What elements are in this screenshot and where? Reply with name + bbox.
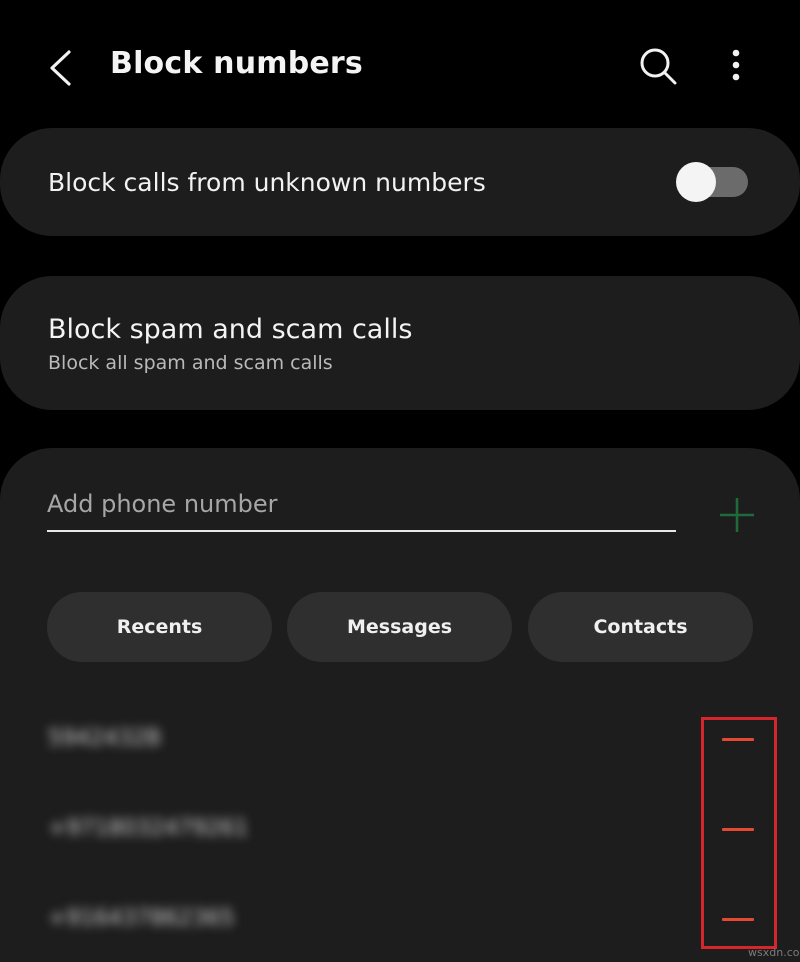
add-phone-number-placeholder: Add phone number bbox=[47, 490, 278, 518]
toggle-knob bbox=[676, 162, 716, 202]
add-phone-number-input[interactable]: Add phone number bbox=[47, 484, 676, 532]
spam-calls-card[interactable]: Block spam and scam calls Block all spam… bbox=[0, 276, 800, 410]
blocked-number: +916437862365 bbox=[48, 906, 235, 931]
add-number-button[interactable] bbox=[716, 494, 758, 536]
contacts-button[interactable]: Contacts bbox=[528, 592, 753, 662]
annotation-highlight-box bbox=[701, 717, 777, 949]
recents-button[interactable]: Recents bbox=[47, 592, 272, 662]
back-button[interactable] bbox=[42, 44, 82, 92]
messages-button[interactable]: Messages bbox=[287, 592, 512, 662]
blocked-number: 5942432B bbox=[48, 726, 162, 751]
plus-icon bbox=[720, 498, 754, 532]
more-options-button[interactable] bbox=[720, 44, 752, 88]
more-vertical-icon bbox=[732, 49, 740, 81]
blocked-number: +9718032479261 bbox=[48, 816, 249, 841]
search-icon bbox=[640, 48, 677, 85]
block-numbers-screen: Block numbers Block calls from unknown n… bbox=[0, 0, 800, 962]
page-title: Block numbers bbox=[110, 46, 363, 81]
watermark: wsxdn.com bbox=[748, 946, 800, 959]
search-button[interactable] bbox=[636, 44, 680, 88]
spam-calls-subtitle: Block all spam and scam calls bbox=[48, 352, 333, 374]
blocked-number-row: +9718032479261 bbox=[0, 784, 800, 874]
spam-calls-title: Block spam and scam calls bbox=[48, 314, 413, 345]
back-arrow-icon bbox=[50, 50, 71, 86]
blocked-number-row: 5942432B bbox=[0, 694, 800, 784]
blocked-number-row: +916437862365 bbox=[0, 874, 800, 962]
unknown-numbers-toggle[interactable] bbox=[676, 161, 748, 202]
unknown-numbers-label: Block calls from unknown numbers bbox=[48, 168, 486, 197]
app-header: Block numbers bbox=[0, 0, 800, 130]
